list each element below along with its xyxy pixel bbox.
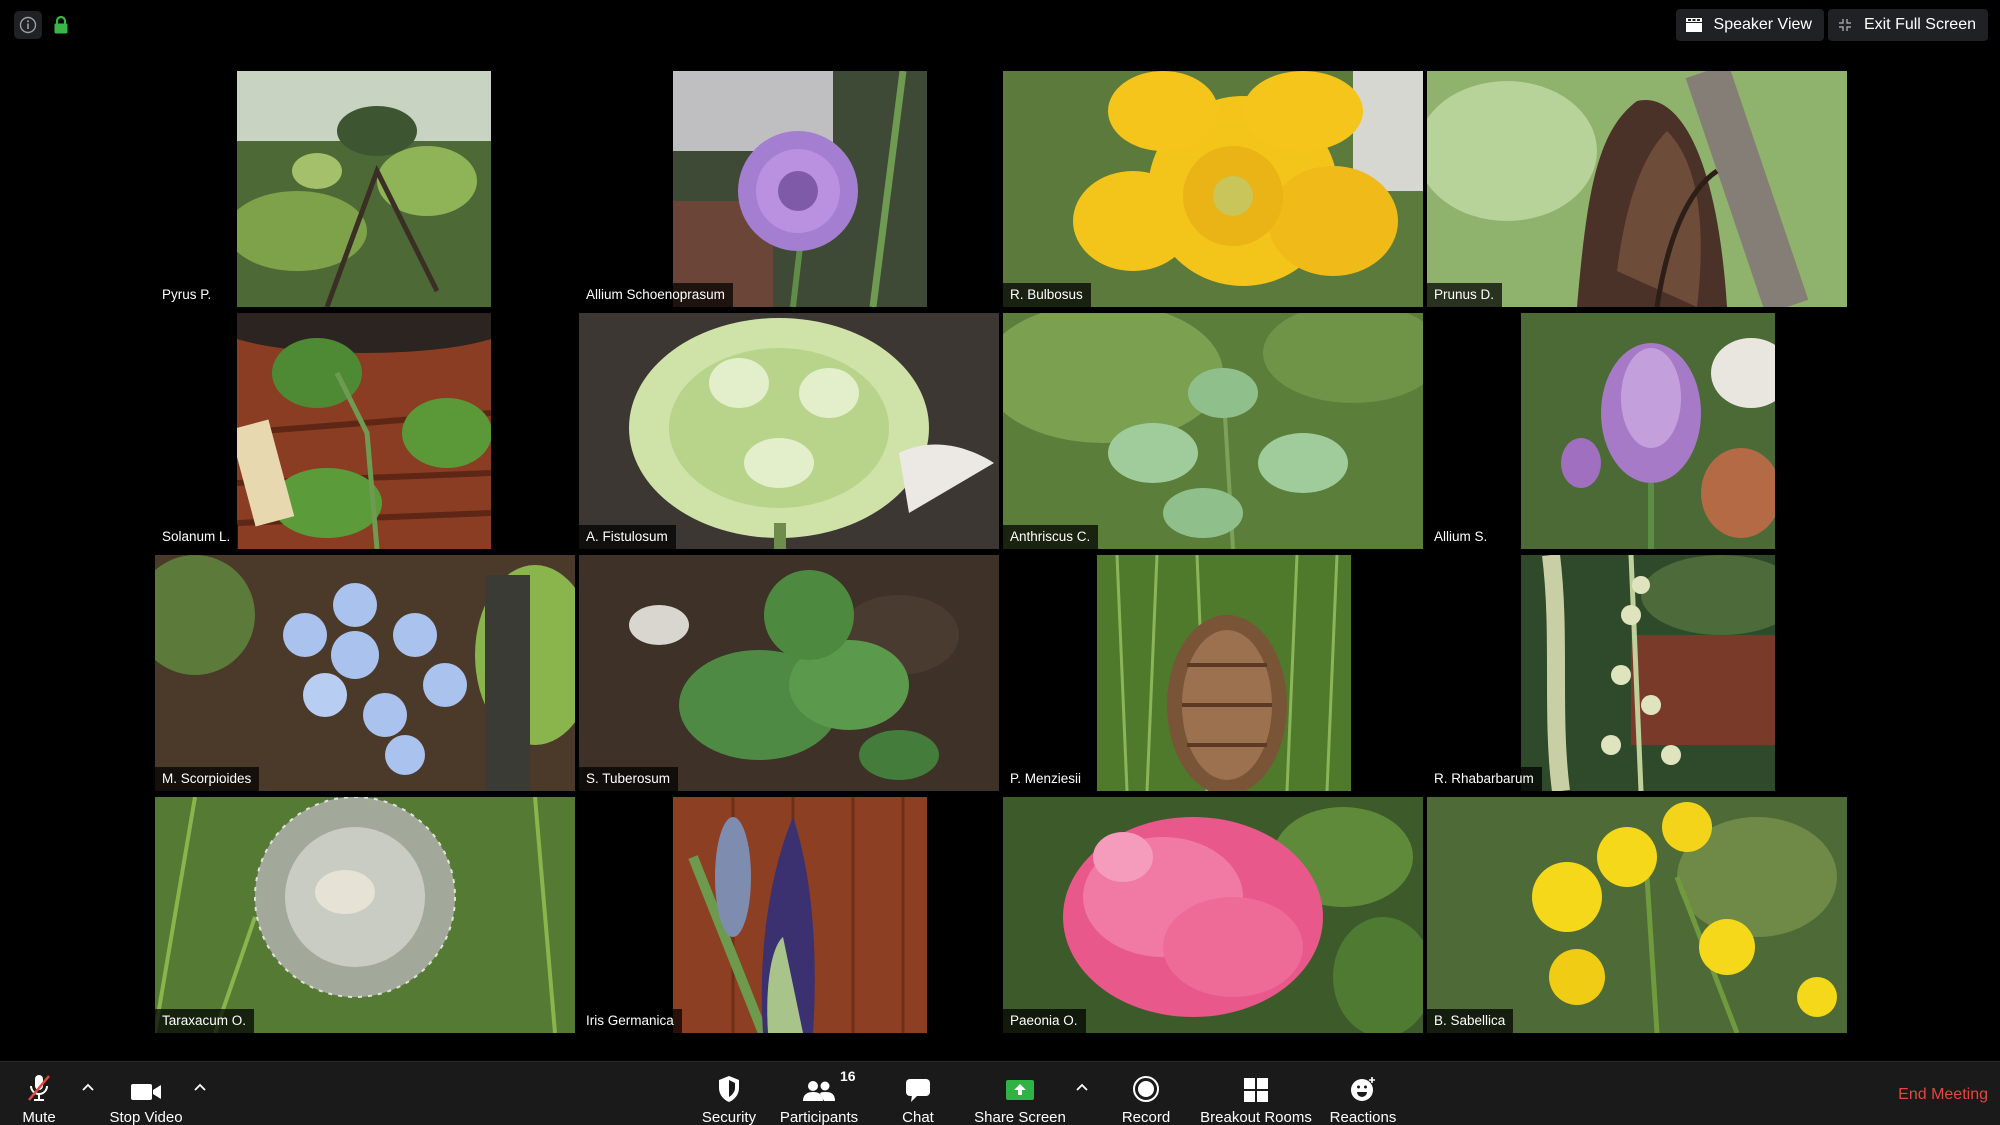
video-camera-icon [131, 1084, 161, 1100]
participant-name: Paeonia O. [1003, 1009, 1086, 1033]
participant-name: R. Bulbosus [1003, 283, 1091, 307]
meeting-window: Speaker View Exit Full Screen Pyrus P. A… [0, 0, 2000, 1125]
participant-video [1097, 555, 1351, 791]
mute-button[interactable]: Mute [12, 1062, 66, 1125]
video-tile[interactable]: Pyrus P. [155, 71, 575, 307]
stop-video-button[interactable]: Stop Video [106, 1062, 186, 1125]
participant-video [155, 555, 575, 791]
participants-icon [803, 1081, 835, 1101]
participant-name: Allium Schoenoprasum [579, 283, 733, 307]
chat-label: Chat [902, 1109, 934, 1125]
security-label: Security [701, 1109, 757, 1125]
participant-video [1427, 71, 1847, 307]
video-tile[interactable]: Solanum L. [155, 313, 575, 549]
video-options-chevron-up-icon[interactable] [192, 1080, 208, 1096]
participant-name: Allium S. [1427, 525, 1496, 549]
video-grid: Pyrus P. Allium Schoenoprasum R. Bulbosu… [0, 0, 2000, 1060]
chat-button[interactable]: Chat [890, 1062, 946, 1125]
participant-video [579, 313, 999, 549]
meeting-toolbar: Mute Stop Video Security Participants 16… [0, 1061, 2000, 1125]
participant-video [237, 313, 491, 549]
video-tile[interactable]: Allium S. [1427, 313, 1847, 549]
share-screen-label: Share Screen [974, 1109, 1066, 1125]
reactions-smiley-icon [1351, 1077, 1375, 1101]
video-tile[interactable]: Prunus D. [1427, 71, 1847, 307]
reactions-label: Reactions [1329, 1109, 1397, 1125]
share-screen-button[interactable]: Share Screen [970, 1062, 1070, 1125]
security-button[interactable]: Security [694, 1062, 764, 1125]
participant-video [237, 71, 491, 307]
participant-name: Pyrus P. [155, 283, 220, 307]
participant-name: M. Scorpioides [155, 767, 260, 791]
participant-name: Iris Germanica [579, 1009, 682, 1033]
participant-name: S. Tuberosum [579, 767, 679, 791]
video-tile[interactable]: S. Tuberosum [579, 555, 999, 791]
participant-video [1521, 313, 1775, 549]
muted-microphone-icon [28, 1075, 50, 1101]
mute-label: Mute [22, 1109, 56, 1125]
video-tile[interactable]: R. Bulbosus [1003, 71, 1423, 307]
participant-video [1003, 797, 1423, 1033]
video-tile[interactable]: P. Menziesii [1003, 555, 1423, 791]
participant-count-badge: 16 [840, 1068, 856, 1084]
participant-name: B. Sabellica [1427, 1009, 1514, 1033]
record-button[interactable]: Record [1116, 1062, 1176, 1125]
video-tile[interactable]: Iris Germanica [579, 797, 999, 1033]
shield-icon [719, 1076, 739, 1102]
share-options-chevron-up-icon[interactable] [1074, 1080, 1090, 1096]
video-tile[interactable]: Anthriscus C. [1003, 313, 1423, 549]
participant-video [579, 555, 999, 791]
participants-label: Participants [779, 1109, 859, 1125]
participant-video [155, 797, 575, 1033]
stop-video-label: Stop Video [109, 1109, 183, 1125]
record-icon [1133, 1076, 1159, 1102]
video-tile[interactable]: M. Scorpioides [155, 555, 575, 791]
participant-video [1003, 313, 1423, 549]
reactions-button[interactable]: Reactions [1326, 1062, 1400, 1125]
audio-options-chevron-up-icon[interactable] [80, 1080, 96, 1096]
video-tile[interactable]: Allium Schoenoprasum [579, 71, 999, 307]
record-label: Record [1121, 1109, 1171, 1125]
chat-bubble-icon [906, 1079, 930, 1102]
breakout-rooms-label: Breakout Rooms [1200, 1109, 1312, 1125]
participant-name: Solanum L. [155, 525, 239, 549]
participant-video [673, 71, 927, 307]
end-meeting-button[interactable]: End Meeting [1898, 1086, 1988, 1104]
participant-video [1003, 71, 1423, 307]
participant-video [673, 797, 927, 1033]
participant-name: P. Menziesii [1003, 767, 1090, 791]
participant-name: A. Fistulosum [579, 525, 676, 549]
participant-name: Prunus D. [1427, 283, 1503, 307]
breakout-rooms-button[interactable]: Breakout Rooms [1200, 1062, 1312, 1125]
participant-name: R. Rhabarbarum [1427, 767, 1542, 791]
participant-name: Anthriscus C. [1003, 525, 1099, 549]
video-tile-active-speaker[interactable]: A. Fistulosum [579, 313, 999, 549]
breakout-rooms-icon [1244, 1078, 1268, 1102]
participant-video [1521, 555, 1775, 791]
video-tile[interactable]: Paeonia O. [1003, 797, 1423, 1033]
video-tile[interactable]: R. Rhabarbarum [1427, 555, 1847, 791]
participant-video [1427, 797, 1847, 1033]
share-screen-icon [1006, 1080, 1034, 1100]
participant-name: Taraxacum O. [155, 1009, 255, 1033]
video-tile[interactable]: Taraxacum O. [155, 797, 575, 1033]
video-tile[interactable]: B. Sabellica [1427, 797, 1847, 1033]
